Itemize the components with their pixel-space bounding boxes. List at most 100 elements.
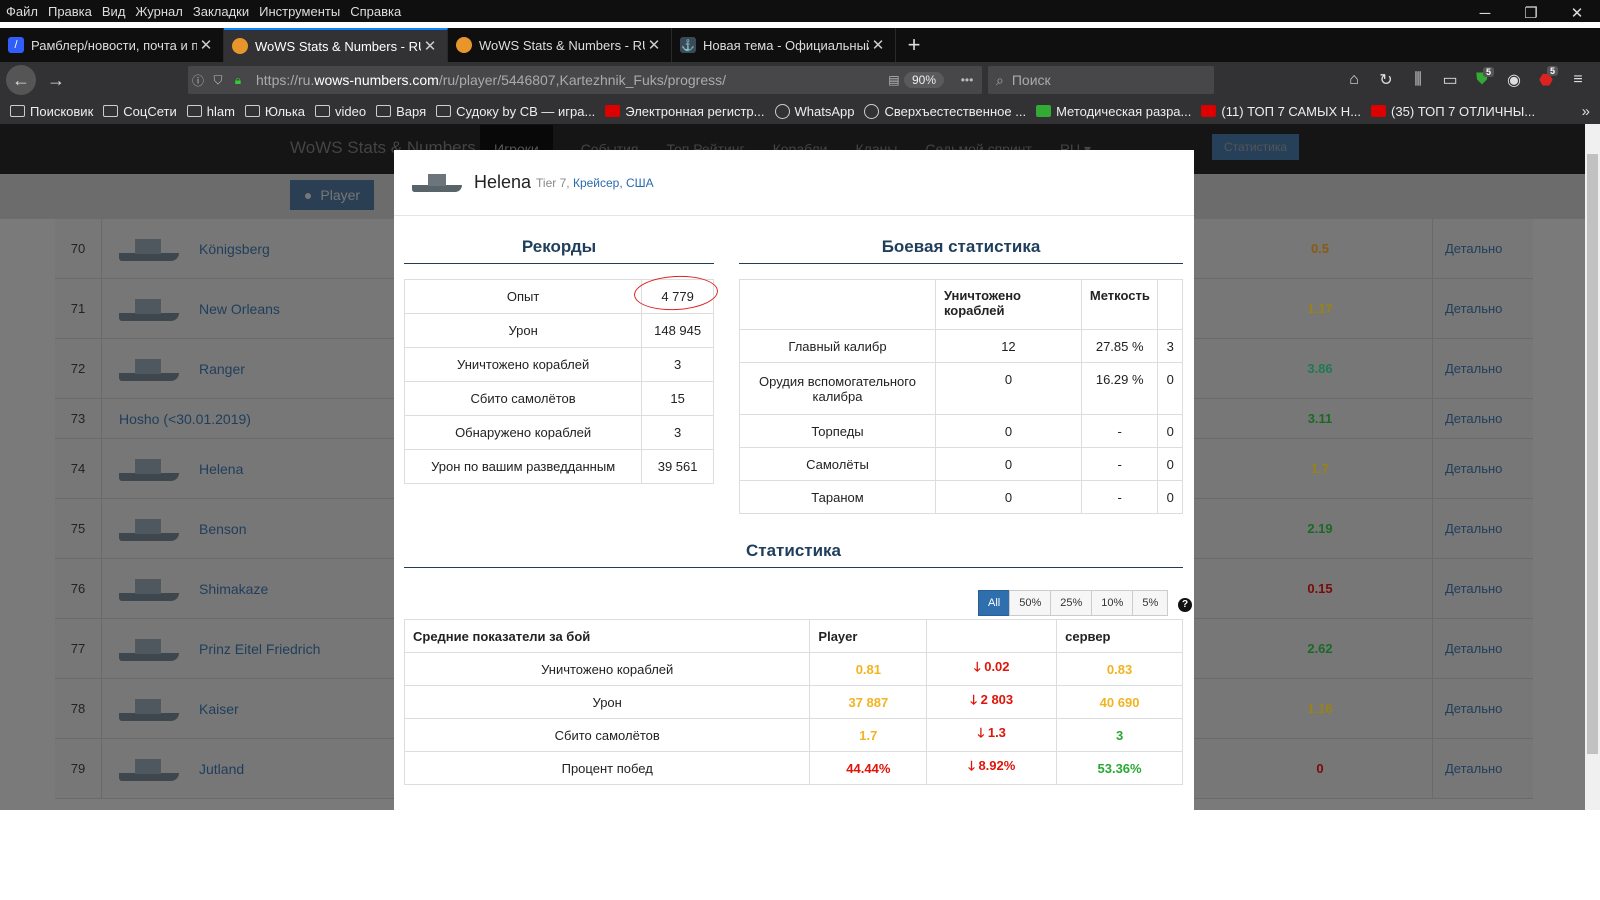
column-header: Player <box>809 619 928 653</box>
menu-item[interactable]: Инструменты <box>255 4 344 19</box>
metric-label: Процент побед <box>403 751 811 785</box>
url-text[interactable]: https://ru.wows-numbers.com/ru/player/54… <box>248 72 884 88</box>
close-window-icon[interactable]: ✕ <box>1554 0 1600 28</box>
menu-item[interactable]: Вид <box>98 4 130 19</box>
bookmark-item[interactable]: (11) ТОП 7 САМЫХ Н... <box>1201 104 1361 119</box>
bookmark-item[interactable]: Поисковик <box>10 104 93 119</box>
table-header-row: Средние показатели за бой Player сервер <box>403 619 1183 653</box>
browser-tab[interactable]: WoWS Stats & Numbers - RU - ✕ <box>448 28 672 62</box>
adblock-icon[interactable]: ⬣ 5 <box>1530 66 1562 90</box>
ship-image-icon <box>115 571 181 607</box>
ship-name-link[interactable]: Helena <box>199 461 243 477</box>
url-bar[interactable]: ⓘ ⛉ 🔒︎ https://ru.wows-numbers.com/ru/pl… <box>188 66 982 94</box>
table-row: Самолёты 0-0 <box>739 447 1183 481</box>
close-tab-icon[interactable]: ✕ <box>421 37 439 55</box>
detail-link[interactable]: Детально <box>1445 641 1502 656</box>
bookmark-item[interactable]: WhatsApp <box>774 103 854 119</box>
detail-link[interactable]: Детально <box>1445 521 1502 536</box>
bookmark-item[interactable]: Варя <box>376 104 426 119</box>
detail-link[interactable]: Детально <box>1445 361 1502 376</box>
account-icon[interactable]: ◉ <box>1498 70 1530 90</box>
detail-link[interactable]: Детально <box>1445 301 1502 316</box>
search-icon: ⌕ <box>996 71 1004 88</box>
player-button[interactable]: ● Player <box>290 180 374 210</box>
ship-name-link[interactable]: Ranger <box>199 361 245 377</box>
lock-icon[interactable]: 🔒︎ <box>228 73 248 88</box>
ship-name-link[interactable]: Prinz Eitel Friedrich <box>199 641 320 657</box>
table-row: Уничтожено кораблей 3 <box>403 347 714 382</box>
detail-link[interactable]: Детально <box>1445 411 1502 426</box>
ship-class-link[interactable]: Крейсер, США <box>573 176 654 190</box>
tracking-shield-icon[interactable]: ⛉ <box>208 73 228 88</box>
statistics-button[interactable]: Статистика <box>1212 134 1300 160</box>
detail-link[interactable]: Детально <box>1445 701 1502 716</box>
menu-bar: Файл Правка Вид Журнал Закладки Инструменты Сп… <box>0 0 1600 22</box>
shield-extension-icon[interactable]: ⛊ 5 <box>1466 67 1498 89</box>
filter-button[interactable]: 5% <box>1132 590 1169 616</box>
browser-tab[interactable]: WoWS Stats & Numbers - RU - ✕ <box>224 28 448 62</box>
hamburger-menu-icon[interactable]: ≡ <box>1562 71 1594 89</box>
reload-icon[interactable]: ↻ <box>1370 70 1402 90</box>
tab-title: Рамблер/новости, почта и по <box>31 37 197 53</box>
navigation-bar: ← → ⓘ ⛉ 🔒︎ https://ru.wows-numbers.com/r… <box>0 62 1600 98</box>
averages-table: Средние показатели за бой Player сервер Уни… <box>403 619 1183 785</box>
bookmark-item[interactable]: Методическая разра... <box>1036 104 1191 119</box>
ship-name-link[interactable]: Kaiser <box>199 701 239 717</box>
filter-button[interactable]: 50% <box>1009 590 1052 616</box>
page-actions-icon[interactable]: ••• <box>952 73 982 87</box>
search-input[interactable]: ⌕ Поиск <box>988 66 1214 94</box>
filter-button[interactable]: 10% <box>1091 590 1134 616</box>
bookmark-item[interactable]: video <box>315 104 366 119</box>
menu-item[interactable]: Журнал <box>131 4 186 19</box>
ship-name-link[interactable]: Königsberg <box>199 241 270 257</box>
new-tab-button[interactable]: + <box>896 28 932 62</box>
browser-tab[interactable]: ⚓ Новая тема - Официальный ф✕ <box>672 28 896 62</box>
help-icon[interactable]: ? <box>1178 598 1192 612</box>
more-bookmarks-icon[interactable]: » <box>1582 103 1590 120</box>
browser-tab[interactable]: / Рамблер/новости, почта и по ✕ <box>0 28 224 62</box>
filter-button[interactable]: 25% <box>1050 590 1093 616</box>
ship-name-link[interactable]: New Orleans <box>199 301 280 317</box>
metric-label: Урон <box>403 685 811 719</box>
close-tab-icon[interactable]: ✕ <box>197 36 215 54</box>
forward-button[interactable]: → <box>41 65 71 95</box>
filter-button[interactable]: All <box>978 590 1011 616</box>
detail-link[interactable]: Детально <box>1445 241 1502 256</box>
tab-title: Новая тема - Официальный ф <box>703 37 869 53</box>
menu-item[interactable]: Справка <box>346 4 405 19</box>
detail-link[interactable]: Детально <box>1445 761 1502 776</box>
bookmark-item[interactable]: Юлька <box>244 104 305 119</box>
home-icon[interactable]: ⌂ <box>1338 71 1370 89</box>
back-button[interactable]: ← <box>6 65 36 95</box>
close-tab-icon[interactable]: ✕ <box>869 36 887 54</box>
row-number: 73 <box>70 411 86 426</box>
ship-name-link[interactable]: Hosho (<30.01.2019) <box>119 411 251 427</box>
page-scrollbar[interactable] <box>1585 124 1600 810</box>
close-tab-icon[interactable]: ✕ <box>645 36 663 54</box>
reader-view-icon[interactable]: ▤ <box>884 73 904 87</box>
info-icon[interactable]: ⓘ <box>188 72 208 89</box>
scrollbar-thumb[interactable] <box>1587 154 1598 754</box>
minimize-icon[interactable]: ─ <box>1462 0 1508 28</box>
menu-item[interactable]: Файл <box>2 4 42 19</box>
menu-item[interactable]: Правка <box>44 4 96 19</box>
restore-icon[interactable]: ❐ <box>1508 0 1554 28</box>
bookmark-item[interactable]: СоцСети <box>103 104 177 119</box>
table-row: Сбито самолётов 1.7 🡓︎ 1.3 3 <box>403 718 1183 752</box>
bookmark-item[interactable]: Судоку by CB — игра... <box>436 104 595 119</box>
zoom-level[interactable]: 90% <box>903 72 944 88</box>
ship-value: 3.11 <box>1307 411 1333 426</box>
ship-name-link[interactable]: Benson <box>199 521 246 537</box>
ship-name-link[interactable]: Jutland <box>199 761 244 777</box>
bookmark-item[interactable]: Сверхъестественное ... <box>864 103 1026 119</box>
detail-link[interactable]: Детально <box>1445 581 1502 596</box>
row-number: 74 <box>70 461 86 476</box>
bookmark-item[interactable]: Электронная регистр... <box>605 104 765 119</box>
sidebar-icon[interactable]: ▭ <box>1434 70 1466 90</box>
menu-item[interactable]: Закладки <box>189 4 253 19</box>
detail-link[interactable]: Детально <box>1445 461 1502 476</box>
library-icon[interactable]: ⫼ <box>1402 71 1434 89</box>
ship-name-link[interactable]: Shimakaze <box>199 581 268 597</box>
bookmark-item[interactable]: (35) ТОП 7 ОТЛИЧНЫ... <box>1371 104 1535 119</box>
bookmark-item[interactable]: hlam <box>186 104 235 119</box>
